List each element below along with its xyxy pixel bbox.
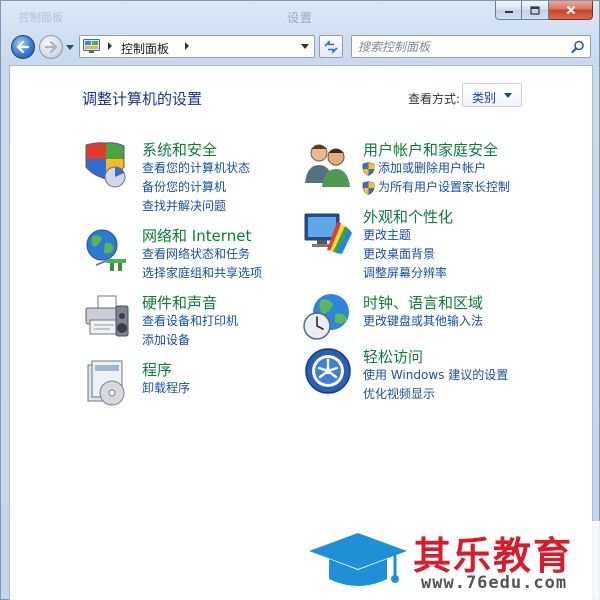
search-icon[interactable]: [571, 40, 585, 54]
link-change-theme[interactable]: 更改主题: [363, 226, 447, 245]
content-area: 调整计算机的设置 查看方式: 类别 系统和安全 查看您的计算机状态 备份您的计算…: [9, 65, 593, 600]
category-title-user-accounts[interactable]: 用户帐户和家庭安全: [363, 139, 498, 160]
link-homegroup-sharing[interactable]: 选择家庭组和共享选项: [142, 264, 262, 283]
link-view-network-status[interactable]: 查看网络状态和任务: [142, 245, 262, 264]
forward-button[interactable]: [39, 35, 63, 59]
uac-shield-icon: [362, 180, 375, 195]
link-label: 为所有用户设置家长控制: [378, 180, 511, 194]
caption-buttons: [495, 1, 593, 21]
category-title-ease-of-access[interactable]: 轻松访问: [363, 346, 423, 367]
arrow-left-icon: [16, 41, 30, 53]
network-icon[interactable]: [82, 225, 132, 275]
link-list: 卸载程序: [142, 379, 190, 398]
ease-of-access-icon[interactable]: [303, 346, 353, 396]
close-button[interactable]: [549, 1, 593, 20]
link-list: 更改主题 更改桌面背景 调整屏幕分辨率: [363, 226, 447, 283]
navigation-bar: 控制面板: [1, 29, 599, 65]
link-devices-printers[interactable]: 查看设备和打印机: [142, 312, 238, 331]
users-icon[interactable]: [303, 139, 353, 189]
link-troubleshoot[interactable]: 查找并解决问题: [142, 197, 250, 216]
link-list: 更改键盘或其他输入法: [363, 312, 483, 331]
link-list: 查看您的计算机状态 备份您的计算机 查找并解决问题: [142, 159, 250, 216]
clock-globe-icon[interactable]: [303, 292, 353, 342]
address-bar[interactable]: 控制面板: [79, 35, 315, 58]
recent-pages-button[interactable]: [65, 42, 75, 52]
uac-shield-icon: [362, 161, 375, 176]
link-list: 使用 Windows 建议的设置 优化视频显示: [363, 366, 508, 404]
link-change-keyboard[interactable]: 更改键盘或其他输入法: [363, 312, 483, 331]
control-panel-icon: [83, 39, 100, 53]
view-by-dropdown[interactable]: 类别: [462, 83, 522, 107]
view-by-label: 查看方式:: [408, 92, 461, 106]
watermark: 其乐教育 www.76edu.com: [301, 521, 600, 600]
link-add-device[interactable]: 添加设备: [142, 331, 238, 350]
link-screen-resolution[interactable]: 调整屏幕分辨率: [363, 264, 447, 283]
link-list: 添加或删除用户帐户 为所有用户设置家长控制: [362, 159, 511, 197]
breadcrumb-separator-icon[interactable]: [107, 40, 113, 52]
link-view-computer-status[interactable]: 查看您的计算机状态: [142, 159, 250, 178]
category-title-appearance[interactable]: 外观和个性化: [363, 206, 453, 227]
graduation-cap-icon: [309, 533, 407, 586]
link-list: 查看设备和打印机 添加设备: [142, 312, 238, 350]
category-title-programs[interactable]: 程序: [142, 359, 172, 380]
page-title: 调整计算机的设置: [82, 90, 203, 108]
printer-icon[interactable]: [82, 292, 132, 342]
watermark-brand: 其乐教育: [413, 534, 574, 578]
link-optimize-display[interactable]: 优化视频显示: [363, 385, 508, 404]
control-panel-window: 控制面板 设置 控制面板 搜索控制面板 调整计算机的设置 查看方式: 类别 系统…: [0, 0, 600, 600]
arrow-right-icon: [44, 41, 58, 53]
maximize-icon: [530, 5, 540, 15]
view-by-value: 类别: [472, 91, 497, 105]
programs-icon[interactable]: [82, 359, 132, 409]
back-button[interactable]: [11, 35, 35, 59]
watermark-url: www.76edu.com: [421, 573, 568, 593]
search-box[interactable]: [351, 35, 591, 58]
link-change-background[interactable]: 更改桌面背景: [363, 245, 447, 264]
category-title-network[interactable]: 网络和 Internet: [142, 225, 251, 246]
link-backup-computer[interactable]: 备份您的计算机: [142, 178, 250, 197]
link-add-remove-accounts[interactable]: 添加或删除用户帐户: [362, 159, 510, 178]
chevron-down-icon: [504, 93, 512, 98]
link-uninstall-program[interactable]: 卸载程序: [142, 379, 190, 398]
breadcrumb-separator-icon[interactable]: [184, 40, 190, 52]
maximize-button[interactable]: [522, 1, 549, 20]
category-title-hardware-sound[interactable]: 硬件和声音: [142, 292, 217, 313]
close-icon: [566, 5, 575, 15]
minimize-icon: [504, 11, 513, 13]
category-title-system-security[interactable]: 系统和安全: [142, 139, 217, 160]
appearance-icon[interactable]: [303, 206, 353, 256]
system-security-icon[interactable]: [82, 139, 132, 189]
chevron-down-icon: [66, 44, 74, 50]
link-label: 添加或删除用户帐户: [378, 161, 487, 175]
title-bar[interactable]: 控制面板 设置: [1, 1, 599, 29]
link-parental-controls[interactable]: 为所有用户设置家长控制: [362, 178, 511, 197]
chevron-down-icon: [301, 43, 309, 49]
search-input[interactable]: [358, 38, 558, 55]
link-list: 查看网络状态和任务 选择家庭组和共享选项: [142, 245, 262, 283]
refresh-button[interactable]: [319, 35, 343, 58]
minimize-button[interactable]: [495, 1, 522, 20]
category-title-clock-language[interactable]: 时钟、语言和区域: [363, 292, 483, 313]
refresh-icon: [324, 39, 338, 54]
address-dropdown-button[interactable]: [299, 40, 311, 52]
link-recommended-settings[interactable]: 使用 Windows 建议的设置: [363, 366, 508, 385]
breadcrumb-control-panel[interactable]: 控制面板: [121, 40, 169, 57]
